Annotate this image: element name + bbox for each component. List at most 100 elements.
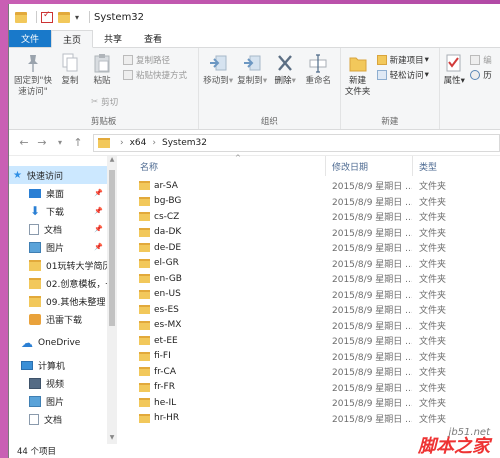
history-icon [470,70,481,80]
new-group: 新建 文件夹 新建项目 ▾ 轻松访问 ▾ 新建 [341,48,441,129]
breadcrumb-system32[interactable]: System32 [162,138,207,148]
file-type: 文件夹 [419,182,447,193]
delete-button[interactable]: 删除▾ [269,52,301,87]
easy-access-label: 轻松访问 [389,71,424,81]
pin-icon[interactable]: 📌 [94,207,103,215]
nav-item-videos[interactable]: 视频 [9,374,107,392]
nav-item-computer[interactable]: 计算机 [9,356,107,374]
table-row[interactable]: ar-SA 2015/8/9 星期日 ... 文件夹 [117,178,500,194]
table-row[interactable]: bg-BG 2015/8/9 星期日 ... 文件夹 [117,194,500,210]
tab-home[interactable]: 主页 [51,30,94,48]
new-folder-button[interactable]: 新建 文件夹 [341,52,375,98]
table-row[interactable]: es-ES 2015/8/9 星期日 ... 文件夹 [117,302,500,318]
nav-item-pictures[interactable]: 图片 📌 [9,238,107,256]
nav-item-thunder-downloads[interactable]: 迅雷下载 [9,310,107,328]
nav-item-folder-templates[interactable]: 02.创意模板，一 [9,274,107,292]
copy-button[interactable]: 复制 [55,52,85,87]
chevron-right-icon[interactable]: › [152,138,156,148]
forward-arrow-icon[interactable]: → [35,136,49,149]
folder-icon [139,196,150,206]
move-to-button[interactable]: 移动到▾ [201,52,235,87]
nav-item-desktop[interactable]: 桌面 📌 [9,184,107,202]
file-name: ar-SA [154,180,178,191]
table-row[interactable]: el-GR 2015/8/9 星期日 ... 文件夹 [117,256,500,272]
file-name-cell: es-MX [139,318,324,334]
file-type: 文件夹 [419,275,447,286]
column-name[interactable]: 名称 [135,156,326,176]
edit-button[interactable]: 编 [470,54,492,66]
table-row[interactable]: en-GB 2015/8/9 星期日 ... 文件夹 [117,271,500,287]
nav-item-folder-misc[interactable]: 09.其他未整理 [9,292,107,310]
up-arrow-icon[interactable]: ↑ [71,136,85,149]
rename-icon [309,54,327,73]
paste-shortcut-button[interactable]: 粘贴快捷方式 [123,69,187,81]
file-name-cell: fr-FR [139,380,324,396]
breadcrumb-x64[interactable]: x64 [130,138,147,148]
easy-access-button[interactable]: 轻松访问 ▾ [376,69,429,81]
scroll-up-icon[interactable]: ▲ [107,156,117,166]
column-date-modified[interactable]: 修改日期 [327,156,413,176]
customize-quick-access-icon[interactable]: ▾ [75,13,79,22]
pin-icon[interactable]: 📌 [94,243,103,251]
folder-icon [29,295,41,307]
table-row[interactable]: fr-CA 2015/8/9 星期日 ... 文件夹 [117,364,500,380]
scrollbar-thumb[interactable] [109,170,115,326]
pin-quick-access-button[interactable]: 固定到"快 速访问" [11,52,55,98]
properties-quick-icon[interactable] [41,10,53,23]
history-button[interactable]: 历 [470,69,492,81]
folder-icon [15,11,27,23]
file-type: 文件夹 [419,337,447,348]
recent-locations-icon[interactable]: ▾ [53,138,67,147]
address-bar[interactable]: › x64 › System32 [93,133,500,152]
properties-icon [446,54,461,72]
properties-button[interactable]: 属性▾ [440,52,468,87]
table-row[interactable]: he-IL 2015/8/9 星期日 ... 文件夹 [117,395,500,411]
file-name: bg-BG [154,196,182,207]
nav-item-pictures-pc[interactable]: 图片 [9,392,107,410]
pin-icon[interactable]: 📌 [94,189,103,197]
picture-icon [29,241,41,253]
nav-scrollbar[interactable]: ▲ ▼ [107,156,117,444]
table-row[interactable]: es-MX 2015/8/9 星期日 ... 文件夹 [117,318,500,334]
star-icon: ★ [13,169,22,181]
table-row[interactable]: et-EE 2015/8/9 星期日 ... 文件夹 [117,333,500,349]
folder-icon [139,227,150,237]
nav-item-documents-pc[interactable]: 文档 [9,410,107,428]
column-type[interactable]: 类型 [414,156,500,176]
folder-icon [139,413,150,423]
table-row[interactable]: en-US 2015/8/9 星期日 ... 文件夹 [117,287,500,303]
table-row[interactable]: fi-FI 2015/8/9 星期日 ... 文件夹 [117,349,500,365]
table-row[interactable]: fr-FR 2015/8/9 星期日 ... 文件夹 [117,380,500,396]
copy-to-button[interactable]: 复制到▾ [235,52,269,87]
paste-icon [94,54,110,73]
nav-item-quick-access[interactable]: ★ 快速访问 [9,166,107,184]
file-type: 文件夹 [419,368,447,379]
table-row[interactable]: de-DE 2015/8/9 星期日 ... 文件夹 [117,240,500,256]
rename-label: 重命名 [305,76,331,86]
table-row[interactable]: hr-HR 2015/8/9 星期日 ... 文件夹 [117,411,500,427]
scroll-down-icon[interactable]: ▼ [107,434,117,444]
cut-button[interactable]: ✂ 剪切 [91,96,118,108]
nav-item-downloads[interactable]: ⬇ 下载 📌 [9,202,107,220]
rename-button[interactable]: 重命名 [301,52,335,87]
table-row[interactable]: cs-CZ 2015/8/9 星期日 ... 文件夹 [117,209,500,225]
new-item-button[interactable]: 新建项目 ▾ [376,54,429,66]
nav-item-documents[interactable]: 文档 📌 [9,220,107,238]
copy-path-button[interactable]: 复制路径 [123,54,170,66]
folder-icon [139,181,150,191]
nav-item-folder-resume[interactable]: 01玩转大学简历 [9,256,107,274]
copy-path-label: 复制路径 [136,56,171,66]
chevron-right-icon[interactable]: › [120,138,124,148]
new-folder-quick-icon[interactable] [58,11,70,23]
back-arrow-icon[interactable]: ← [17,136,31,149]
file-name: da-DK [154,227,182,238]
pin-icon[interactable]: 📌 [94,225,103,233]
tab-file[interactable]: 文件 [9,30,52,47]
file-name: fr-FR [154,382,175,393]
delete-icon [278,55,293,71]
paste-button[interactable]: 粘贴 [85,52,119,87]
tab-share[interactable]: 共享 [93,30,133,47]
tab-view[interactable]: 查看 [133,30,173,47]
table-row[interactable]: da-DK 2015/8/9 星期日 ... 文件夹 [117,225,500,241]
nav-item-onedrive[interactable]: ☁ OneDrive [9,334,107,352]
